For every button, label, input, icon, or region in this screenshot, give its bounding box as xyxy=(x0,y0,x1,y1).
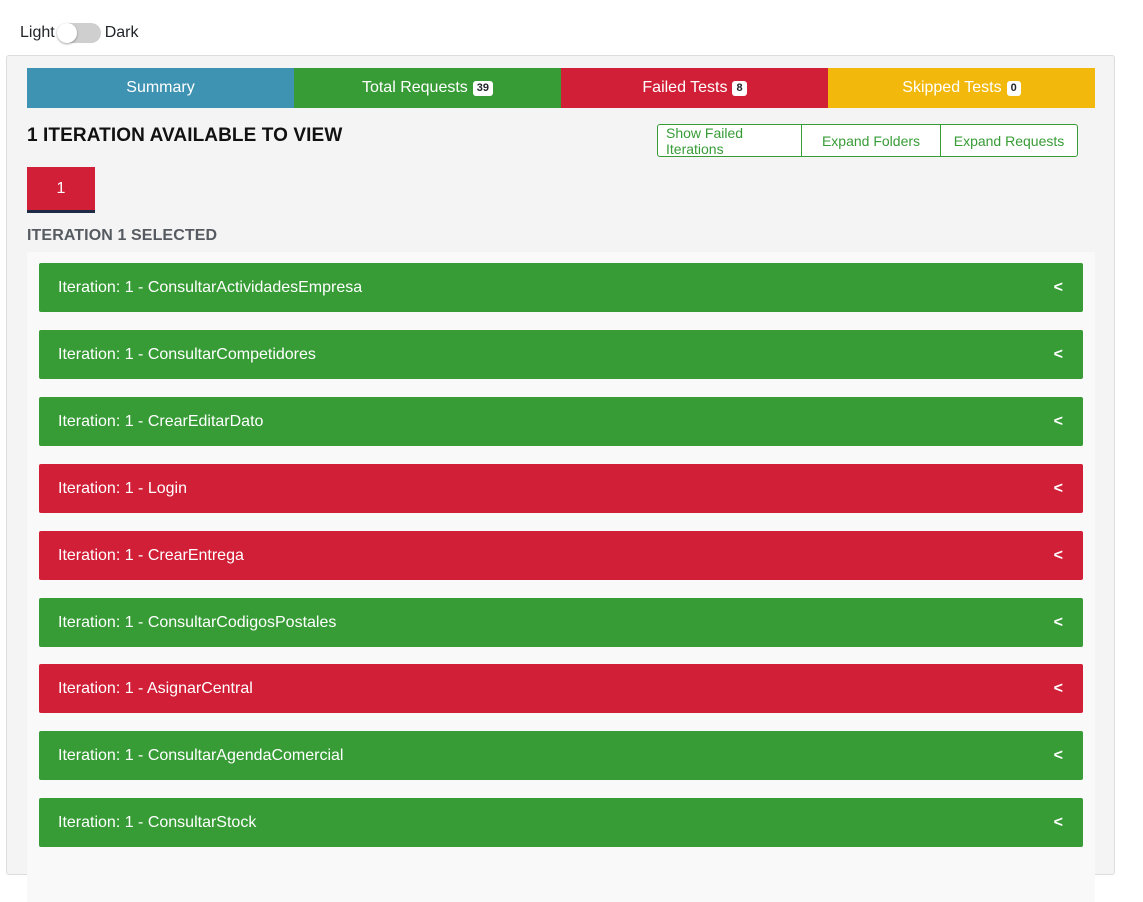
request-row-consultarcompetidores[interactable]: Iteration: 1 - ConsultarCompetidores < xyxy=(39,330,1083,379)
chevron-left-icon: < xyxy=(1053,345,1063,363)
chevron-left-icon: < xyxy=(1053,546,1063,564)
chevron-left-icon: < xyxy=(1053,479,1063,497)
tab-summary[interactable]: Summary xyxy=(27,68,294,108)
request-label: Iteration: 1 - ConsultarCompetidores xyxy=(58,345,316,363)
chevron-left-icon: < xyxy=(1053,746,1063,764)
tab-failed-tests[interactable]: Failed Tests 8 xyxy=(561,68,828,108)
selected-iteration-label: ITERATION 1 SELECTED xyxy=(27,227,218,244)
light-label: Light xyxy=(20,24,55,41)
request-row-login[interactable]: Iteration: 1 - Login < xyxy=(39,464,1083,513)
tab-skipped-tests-label: Skipped Tests xyxy=(902,79,1002,96)
chevron-left-icon: < xyxy=(1053,813,1063,831)
request-row-crearentrega[interactable]: Iteration: 1 - CrearEntrega < xyxy=(39,531,1083,580)
request-label: Iteration: 1 - ConsultarAgendaComercial xyxy=(58,746,344,764)
request-row-creareditardato[interactable]: Iteration: 1 - CrearEditarDato < xyxy=(39,397,1083,446)
request-row-asignarcentral[interactable]: Iteration: 1 - AsignarCentral < xyxy=(39,664,1083,713)
theme-switch[interactable] xyxy=(56,23,101,43)
page-title: 1 ITERATION AVAILABLE TO VIEW xyxy=(27,125,343,146)
tab-total-requests[interactable]: Total Requests 39 xyxy=(294,68,561,108)
request-label: Iteration: 1 - CrearEntrega xyxy=(58,546,244,564)
tab-total-requests-label: Total Requests xyxy=(361,79,468,96)
tab-summary-label: Summary xyxy=(126,79,195,96)
request-row-consultarcodigospostales[interactable]: Iteration: 1 - ConsultarCodigosPostales … xyxy=(39,598,1083,647)
theme-toggle: Light Dark xyxy=(20,23,138,43)
request-row-consultaragendacomercial[interactable]: Iteration: 1 - ConsultarAgendaComercial … xyxy=(39,731,1083,780)
tab-skipped-tests[interactable]: Skipped Tests 0 xyxy=(828,68,1095,108)
dark-label: Dark xyxy=(104,24,139,41)
chevron-left-icon: < xyxy=(1053,412,1063,430)
request-label: Iteration: 1 - ConsultarActividadesEmpre… xyxy=(58,278,363,296)
iteration-1-button[interactable]: 1 xyxy=(27,167,95,213)
expand-folders-button[interactable]: Expand Folders xyxy=(801,125,940,156)
request-label: Iteration: 1 - ConsultarStock xyxy=(58,813,257,831)
request-row-consultarstock[interactable]: Iteration: 1 - ConsultarStock < xyxy=(39,798,1083,847)
show-failed-iterations-button[interactable]: Show Failed Iterations xyxy=(658,125,801,157)
request-label: Iteration: 1 - Login xyxy=(58,479,187,497)
request-label: Iteration: 1 - CrearEditarDato xyxy=(58,412,264,430)
tab-failed-tests-label: Failed Tests xyxy=(642,79,728,96)
chevron-left-icon: < xyxy=(1053,679,1063,697)
failed-tests-badge: 8 xyxy=(732,80,747,96)
view-actions: Show Failed Iterations Expand Folders Ex… xyxy=(657,124,1078,157)
skipped-tests-badge: 0 xyxy=(1006,80,1021,96)
expand-requests-button[interactable]: Expand Requests xyxy=(940,125,1077,156)
chevron-left-icon: < xyxy=(1053,278,1063,296)
request-list: Iteration: 1 - ConsultarActividadesEmpre… xyxy=(27,252,1095,902)
request-row-consultaractividadesempresa[interactable]: Iteration: 1 - ConsultarActividadesEmpre… xyxy=(39,263,1083,312)
request-label: Iteration: 1 - AsignarCentral xyxy=(58,679,253,697)
switch-knob xyxy=(56,23,77,43)
report-panel: Summary Total Requests 39 Failed Tests 8… xyxy=(6,55,1115,902)
request-label: Iteration: 1 - ConsultarCodigosPostales xyxy=(58,613,337,631)
total-requests-badge: 39 xyxy=(472,80,494,96)
summary-tabs: Summary Total Requests 39 Failed Tests 8… xyxy=(27,68,1095,108)
chevron-left-icon: < xyxy=(1053,613,1063,631)
